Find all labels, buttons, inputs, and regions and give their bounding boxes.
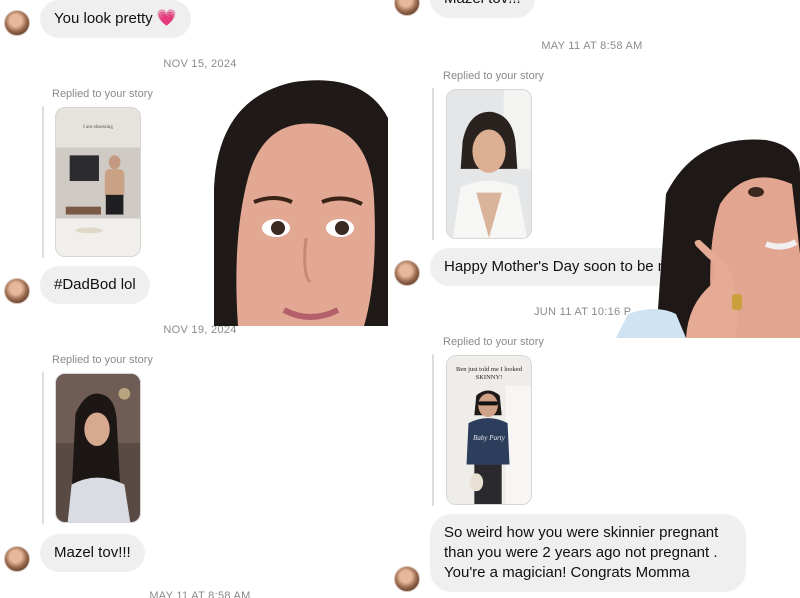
replied-to-story-label: Replied to your story bbox=[443, 70, 544, 82]
face-sticker-overlay bbox=[214, 78, 388, 326]
story-caption: Ben just told me I looked SKINNY! bbox=[456, 366, 522, 381]
message-bubble-mazel-tov[interactable]: Mazel tov!!! bbox=[430, 0, 535, 18]
avatar[interactable] bbox=[394, 0, 420, 16]
reply-indicator-bar bbox=[432, 88, 434, 240]
story-thumbnail[interactable] bbox=[55, 373, 141, 523]
replied-to-story-label: Replied to your story bbox=[443, 336, 544, 348]
reply-indicator-bar bbox=[432, 354, 434, 506]
story-image bbox=[447, 90, 531, 238]
pointing-sticker-overlay bbox=[616, 134, 800, 338]
replied-to-story-label: Replied to your story bbox=[52, 354, 153, 366]
avatar[interactable] bbox=[4, 278, 30, 304]
avatar[interactable] bbox=[394, 260, 420, 286]
message-bubble-dadbod[interactable]: #DadBod lol bbox=[40, 266, 150, 304]
message-bubble-you-look-pretty[interactable]: You look pretty 💗 bbox=[40, 0, 191, 38]
face-sticker-image bbox=[214, 80, 388, 326]
pointing-sticker-image bbox=[616, 139, 800, 338]
avatar[interactable] bbox=[394, 566, 420, 592]
story-caption: I am obsessing bbox=[83, 125, 113, 130]
heart-icon: 💗 bbox=[156, 10, 177, 27]
timestamp: MAY 11 AT 8:58 AM bbox=[149, 590, 251, 598]
story-thumbnail[interactable]: I am obsessing bbox=[55, 107, 141, 257]
reply-indicator-bar bbox=[42, 106, 44, 258]
avatar[interactable] bbox=[4, 546, 30, 572]
message-text: You look pretty bbox=[54, 10, 153, 27]
story-thumbnail[interactable] bbox=[446, 89, 532, 239]
shirt-text: Baby Party bbox=[473, 434, 505, 442]
timestamp: NOV 15, 2024 bbox=[163, 58, 237, 70]
story-image bbox=[56, 374, 140, 522]
message-bubble-mazel-tov[interactable]: Mazel tov!!! bbox=[40, 534, 145, 572]
message-bubble-skinnier[interactable]: So weird how you were skinnier pregnant … bbox=[430, 514, 746, 592]
avatar[interactable] bbox=[4, 10, 30, 36]
reply-indicator-bar bbox=[42, 372, 44, 524]
replied-to-story-label: Replied to your story bbox=[52, 88, 153, 100]
timestamp: MAY 11 AT 8:58 AM bbox=[541, 40, 643, 52]
story-thumbnail[interactable]: Ben just told me I looked SKINNY! Baby P… bbox=[446, 355, 532, 505]
